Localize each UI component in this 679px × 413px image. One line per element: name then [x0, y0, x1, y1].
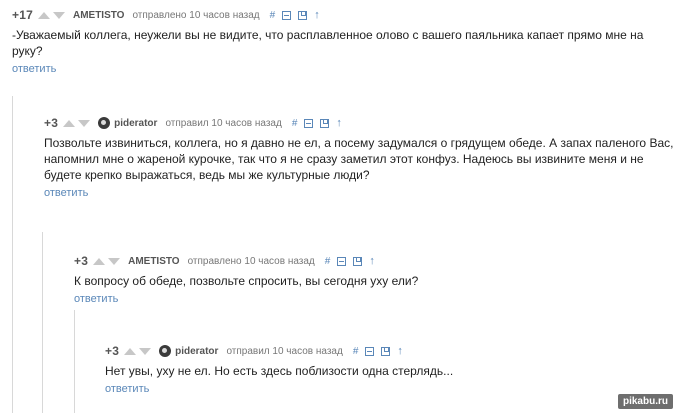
comment-link[interactable]: # — [270, 10, 276, 21]
comment-author[interactable]: AMETISTO — [128, 256, 179, 267]
save-icon[interactable] — [298, 10, 308, 20]
comment-timestamp: отправил 10 часов назад — [226, 345, 343, 357]
collapse-icon[interactable] — [365, 346, 375, 356]
parent-arrow-icon[interactable]: ↑ — [336, 117, 342, 129]
avatar[interactable] — [98, 117, 111, 129]
comment-text: Нет увы, уху не ел. Но есть здесь поблиз… — [105, 364, 454, 378]
comment-link[interactable]: # — [353, 346, 359, 357]
reply-link[interactable]: ответить — [44, 187, 88, 199]
upvote-icon[interactable] — [93, 257, 106, 265]
thread-line — [12, 96, 13, 413]
collapse-icon[interactable] — [304, 118, 314, 128]
comment-text: К вопросу об обеде, позвольте спросить, … — [74, 274, 419, 288]
comment-author[interactable]: AMETISTO — [73, 10, 124, 21]
thread-line — [42, 232, 43, 413]
avatar[interactable] — [159, 345, 172, 357]
comment: +3 piderator отправил 10 часов назад # ↑… — [105, 342, 675, 397]
reply-link[interactable]: ответить — [105, 383, 149, 395]
reply-link[interactable]: ответить — [12, 63, 56, 75]
reply-link[interactable]: ответить — [74, 293, 118, 305]
comment-header: +3 AMETISTO отправлено 10 часов назад # … — [74, 252, 674, 270]
comment: +3 piderator отправил 10 часов назад # ↑… — [44, 114, 674, 201]
parent-arrow-icon[interactable]: ↑ — [397, 345, 403, 357]
comment-text: -Уважаемый коллега, неужели вы не видите… — [12, 28, 644, 58]
thread-line — [74, 310, 75, 413]
parent-arrow-icon[interactable]: ↑ — [314, 9, 320, 21]
site-watermark: pikabu.ru — [617, 394, 673, 409]
save-icon[interactable] — [353, 256, 363, 266]
comment-link[interactable]: # — [325, 256, 331, 267]
comment-timestamp: отправил 10 часов назад — [165, 117, 282, 129]
save-icon[interactable] — [320, 118, 330, 128]
downvote-icon[interactable] — [108, 257, 121, 265]
upvote-icon[interactable] — [63, 119, 76, 127]
downvote-icon[interactable] — [52, 11, 65, 19]
comment-timestamp: отправлено 10 часов назад — [187, 255, 315, 267]
comment-timestamp: отправлено 10 часов назад — [132, 9, 260, 21]
collapse-icon[interactable] — [282, 10, 292, 20]
comment-score: +3 — [105, 344, 120, 358]
comment: +3 AMETISTO отправлено 10 часов назад # … — [74, 252, 674, 307]
comment-author[interactable]: piderator — [114, 118, 157, 129]
comment-score: +3 — [74, 254, 89, 268]
upvote-icon[interactable] — [124, 347, 137, 355]
parent-arrow-icon[interactable]: ↑ — [369, 255, 375, 267]
downvote-icon[interactable] — [139, 347, 152, 355]
comment-link[interactable]: # — [292, 118, 298, 129]
comment: +17 AMETISTO отправлено 10 часов назад #… — [12, 6, 672, 77]
comment-score: +17 — [12, 8, 33, 22]
collapse-icon[interactable] — [337, 256, 347, 266]
comment-header: +3 piderator отправил 10 часов назад # ↑ — [105, 342, 675, 360]
upvote-icon[interactable] — [37, 11, 50, 19]
comment-score: +3 — [44, 116, 59, 130]
downvote-icon[interactable] — [78, 119, 91, 127]
comment-header: +17 AMETISTO отправлено 10 часов назад #… — [12, 6, 672, 24]
save-icon[interactable] — [381, 346, 391, 356]
comment-author[interactable]: piderator — [175, 346, 218, 357]
comment-text: Позвольте извиниться, коллега, но я давн… — [44, 136, 674, 182]
comment-header: +3 piderator отправил 10 часов назад # ↑ — [44, 114, 674, 132]
